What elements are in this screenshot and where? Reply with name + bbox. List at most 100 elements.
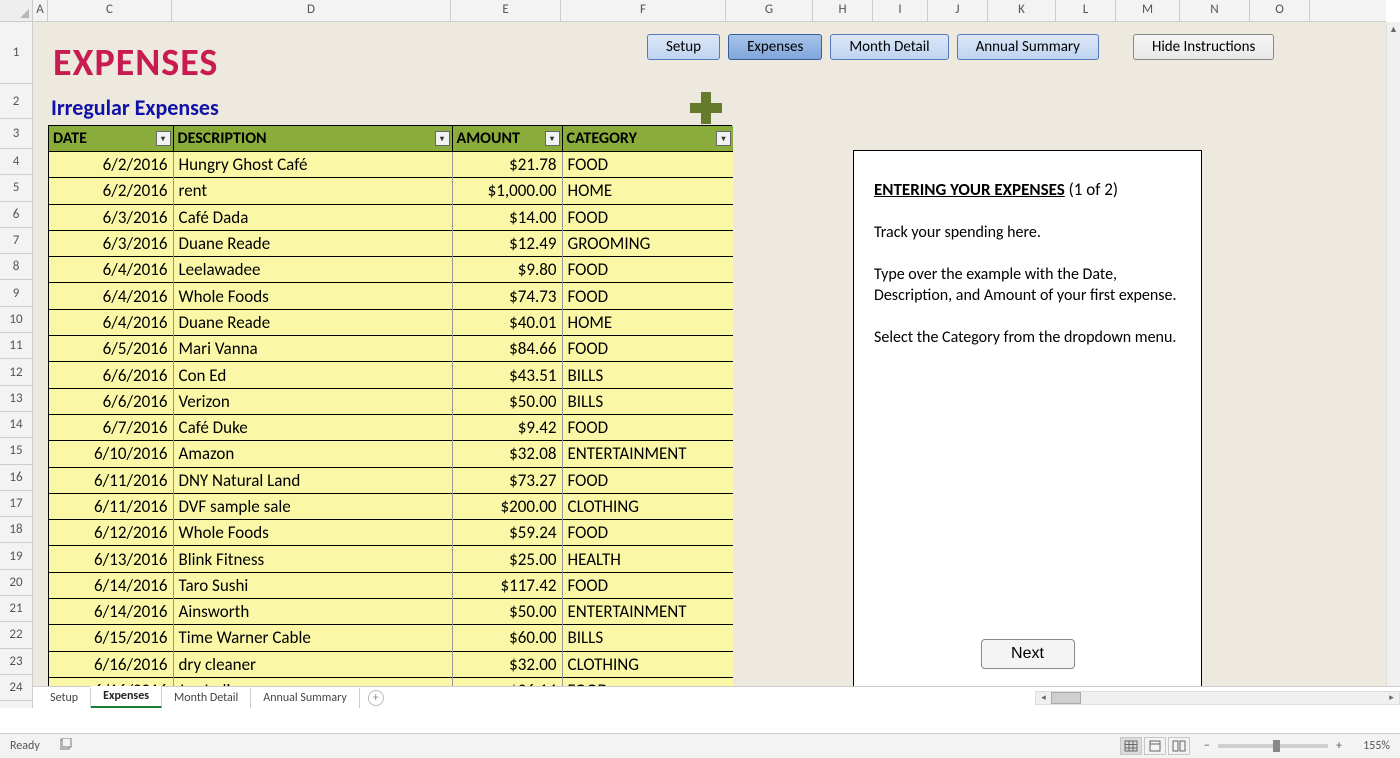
sheet-canvas[interactable]: EXPENSES Irregular Expenses Setup Expens… (33, 22, 1386, 708)
cell-date[interactable]: 6/2/2016 (49, 178, 173, 204)
cell-date[interactable]: 6/15/2016 (49, 625, 173, 651)
cell-description[interactable]: DNY Natural Land (173, 467, 452, 493)
cell-description[interactable]: Amazon (173, 441, 452, 467)
cell-category[interactable]: FOOD (562, 467, 733, 493)
row-header-15[interactable]: 15 (0, 438, 32, 464)
macro-recorder-icon[interactable] (60, 738, 74, 754)
nav-expenses-button[interactable]: Expenses (728, 34, 822, 60)
zoom-control[interactable]: − + 155% (1204, 739, 1390, 753)
cell-date[interactable]: 6/14/2016 (49, 599, 173, 625)
cell-category[interactable]: BILLS (562, 362, 733, 388)
row-header-13[interactable]: 13 (0, 386, 32, 412)
cell-description[interactable]: dry cleaner (173, 651, 452, 677)
cell-amount[interactable]: $73.27 (452, 467, 562, 493)
col-header-N[interactable]: N (1180, 0, 1250, 21)
col-header-J[interactable]: J (928, 0, 988, 21)
row-header-12[interactable]: 12 (0, 359, 32, 385)
table-row[interactable]: 6/5/2016Mari Vanna$84.66FOOD (49, 336, 733, 362)
col-header-F[interactable]: F (561, 0, 726, 21)
row-header-25[interactable]: 25 (0, 701, 32, 708)
table-row[interactable]: 6/2/2016rent$1,000.00HOME (49, 178, 733, 204)
row-header-20[interactable]: 20 (0, 570, 32, 596)
cell-category[interactable]: FOOD (562, 414, 733, 440)
cell-category[interactable]: FOOD (562, 336, 733, 362)
cell-amount[interactable]: $9.80 (452, 257, 562, 283)
col-header-D[interactable]: D (172, 0, 451, 21)
table-row[interactable]: 6/2/2016Hungry Ghost Café$21.78FOOD (49, 152, 733, 178)
row-header-7[interactable]: 7 (0, 228, 32, 254)
add-row-icon[interactable] (690, 92, 724, 126)
table-row[interactable]: 6/3/2016Duane Reade$12.49GROOMING (49, 230, 733, 256)
zoom-in-icon[interactable]: + (1336, 739, 1342, 753)
table-row[interactable]: 6/4/2016Whole Foods$74.73FOOD (49, 283, 733, 309)
zoom-out-icon[interactable]: − (1204, 739, 1210, 753)
cell-category[interactable]: ENTERTAINMENT (562, 599, 733, 625)
cell-description[interactable]: Time Warner Cable (173, 625, 452, 651)
cell-description[interactable]: Taro Sushi (173, 572, 452, 598)
sheet-tab-month-detail[interactable]: Month Detail (162, 688, 251, 708)
table-row[interactable]: 6/4/2016Leelawadee$9.80FOOD (49, 257, 733, 283)
table-row[interactable]: 6/14/2016Taro Sushi$117.42FOOD (49, 572, 733, 598)
view-page-layout-icon[interactable] (1144, 737, 1166, 755)
cell-description[interactable]: Café Duke (173, 414, 452, 440)
row-headers[interactable]: 1234567891011121314151617181920212223242… (0, 22, 33, 708)
col-header-date[interactable]: DATE▾ (49, 126, 173, 152)
row-header-4[interactable]: 4 (0, 149, 32, 175)
cell-description[interactable]: Whole Foods (173, 520, 452, 546)
cell-date[interactable]: 6/2/2016 (49, 152, 173, 178)
cell-amount[interactable]: $1,000.00 (452, 178, 562, 204)
cell-category[interactable]: CLOTHING (562, 651, 733, 677)
row-header-19[interactable]: 19 (0, 543, 32, 569)
sheet-tab-annual-summary[interactable]: Annual Summary (251, 688, 359, 708)
table-row[interactable]: 6/12/2016Whole Foods$59.24FOOD (49, 520, 733, 546)
hide-instructions-button[interactable]: Hide Instructions (1133, 34, 1274, 60)
table-row[interactable]: 6/11/2016DVF sample sale$200.00CLOTHING (49, 493, 733, 519)
cell-category[interactable]: HOME (562, 309, 733, 335)
cell-date[interactable]: 6/10/2016 (49, 441, 173, 467)
instructions-next-button[interactable]: Next (981, 639, 1075, 669)
row-header-2[interactable]: 2 (0, 84, 32, 119)
row-header-3[interactable]: 3 (0, 119, 32, 149)
filter-icon[interactable]: ▾ (156, 131, 171, 146)
cell-amount[interactable]: $32.08 (452, 441, 562, 467)
table-row[interactable]: 6/11/2016DNY Natural Land$73.27FOOD (49, 467, 733, 493)
cell-amount[interactable]: $32.00 (452, 651, 562, 677)
cell-category[interactable]: FOOD (562, 204, 733, 230)
zoom-percent[interactable]: 155% (1350, 739, 1390, 753)
column-headers[interactable]: ACDEFGHIJKLMNO (33, 0, 1386, 22)
table-row[interactable]: 6/4/2016Duane Reade$40.01HOME (49, 309, 733, 335)
row-header-21[interactable]: 21 (0, 596, 32, 622)
cell-amount[interactable]: $50.00 (452, 599, 562, 625)
cell-date[interactable]: 6/5/2016 (49, 336, 173, 362)
cell-category[interactable]: FOOD (562, 283, 733, 309)
cell-amount[interactable]: $84.66 (452, 336, 562, 362)
cell-category[interactable]: FOOD (562, 520, 733, 546)
col-header-M[interactable]: M (1116, 0, 1180, 21)
cell-amount[interactable]: $117.42 (452, 572, 562, 598)
cell-amount[interactable]: $25.00 (452, 546, 562, 572)
row-header-23[interactable]: 23 (0, 649, 32, 675)
cell-amount[interactable]: $50.00 (452, 388, 562, 414)
cell-date[interactable]: 6/3/2016 (49, 230, 173, 256)
scroll-right-icon[interactable]: ▸ (1384, 692, 1399, 704)
cell-description[interactable]: Mari Vanna (173, 336, 452, 362)
cell-amount[interactable]: $200.00 (452, 493, 562, 519)
row-header-16[interactable]: 16 (0, 465, 32, 491)
cell-date[interactable]: 6/4/2016 (49, 283, 173, 309)
remove-row-icon[interactable] (648, 92, 682, 126)
cell-description[interactable]: Verizon (173, 388, 452, 414)
cell-date[interactable]: 6/4/2016 (49, 257, 173, 283)
row-header-10[interactable]: 10 (0, 307, 32, 333)
select-all-corner[interactable] (0, 0, 33, 22)
filter-icon[interactable]: ▾ (716, 131, 731, 146)
cell-description[interactable]: Leelawadee (173, 257, 452, 283)
cell-amount[interactable]: $74.73 (452, 283, 562, 309)
table-row[interactable]: 6/14/2016Ainsworth$50.00ENTERTAINMENT (49, 599, 733, 625)
nav-setup-button[interactable]: Setup (647, 34, 720, 60)
cell-date[interactable]: 6/12/2016 (49, 520, 173, 546)
cell-category[interactable]: CLOTHING (562, 493, 733, 519)
cell-description[interactable]: rent (173, 178, 452, 204)
table-row[interactable]: 6/6/2016Con Ed$43.51BILLS (49, 362, 733, 388)
table-row[interactable]: 6/3/2016Café Dada$14.00FOOD (49, 204, 733, 230)
sheet-tab-setup[interactable]: Setup (38, 688, 91, 708)
